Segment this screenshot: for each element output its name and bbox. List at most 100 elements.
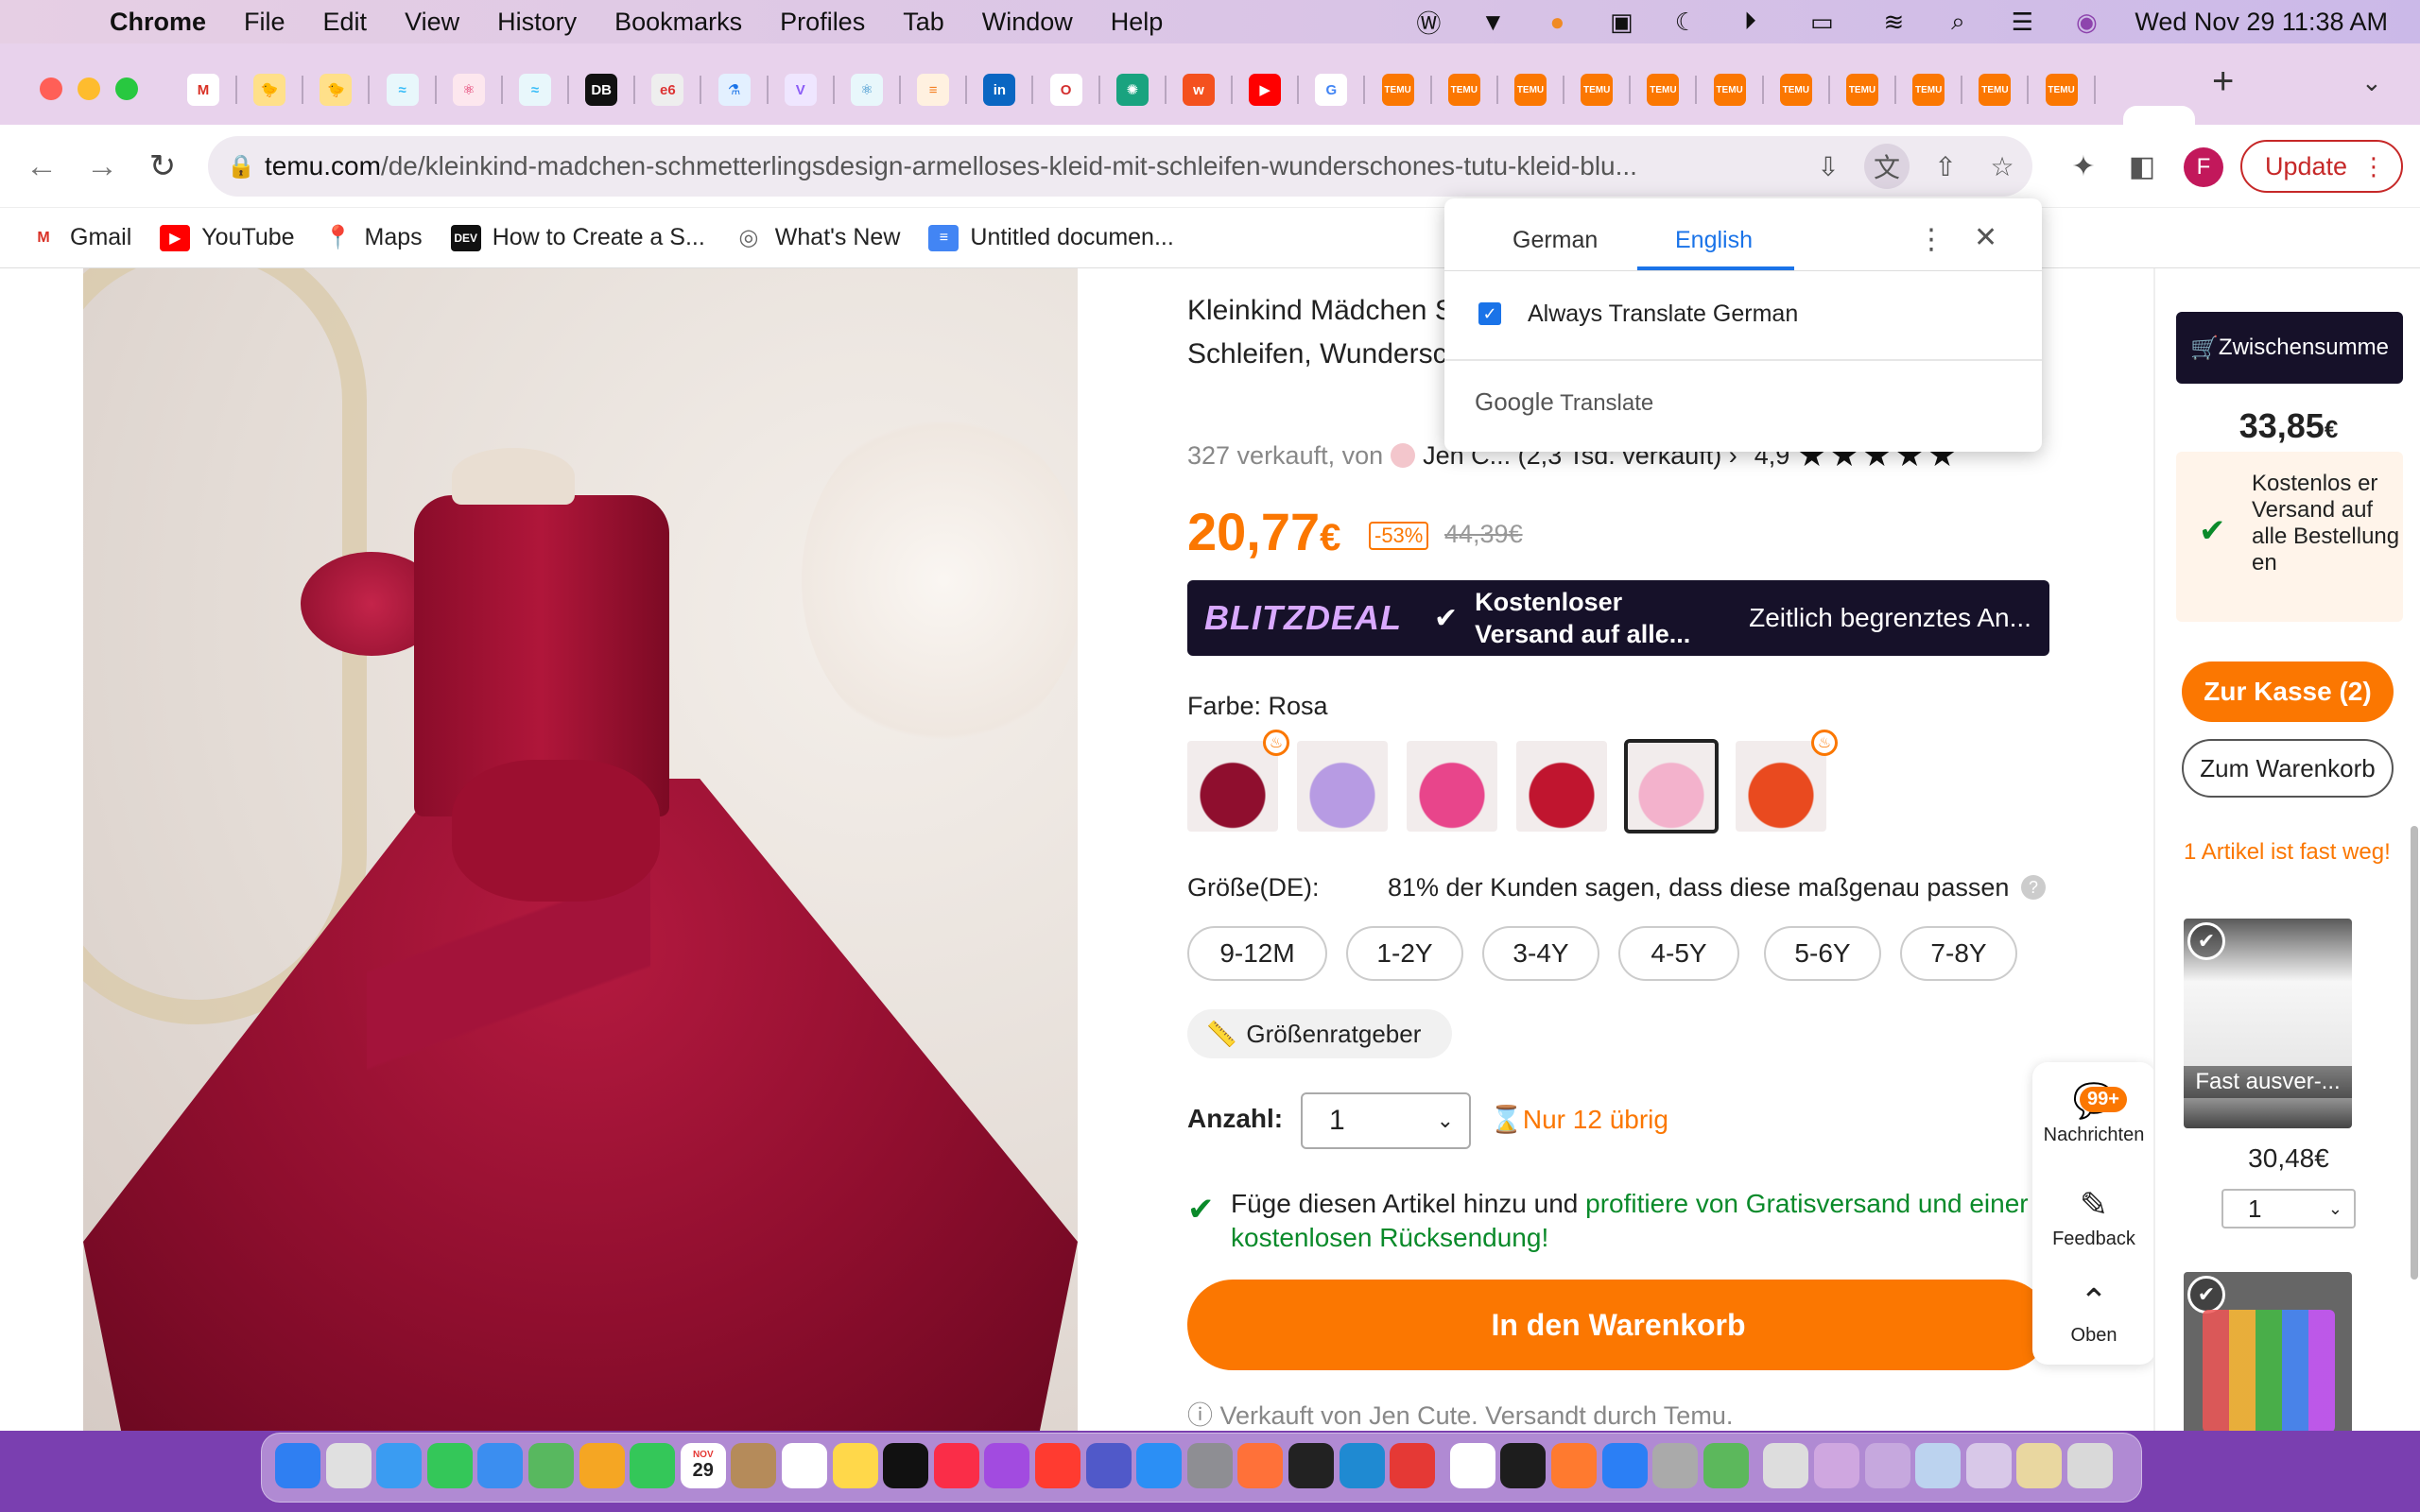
bookmark-star-icon[interactable]: ☆ bbox=[1979, 144, 2025, 189]
terminal-icon[interactable] bbox=[1288, 1443, 1334, 1488]
search-icon[interactable]: ⌕ bbox=[1942, 7, 1974, 36]
tab-search-icon[interactable]: ⌄ bbox=[2361, 68, 2382, 97]
install-icon[interactable]: ⇩ bbox=[1806, 144, 1851, 189]
back-to-top-button[interactable]: ⌃ Oben bbox=[2032, 1281, 2155, 1347]
browser-tab[interactable]: TEMU bbox=[1697, 55, 1763, 125]
size-guide-button[interactable]: 📏 Größenratgeber bbox=[1187, 1009, 1452, 1058]
url-text[interactable]: temu.com/de/kleinkind-madchen-schmetterl… bbox=[265, 151, 1796, 181]
bookmark-docs[interactable]: ≡ Untitled documen... bbox=[928, 224, 1174, 251]
side-panel-icon[interactable]: ◧ bbox=[2119, 144, 2165, 189]
translate-tab-english[interactable]: English bbox=[1675, 227, 1753, 254]
add-to-cart-button[interactable]: In den Warenkorb bbox=[1187, 1280, 2049, 1370]
browser-tab[interactable]: TEMU bbox=[1497, 55, 1564, 125]
extensions-icon[interactable]: ✦ bbox=[2061, 144, 2106, 189]
browser-tab[interactable]: TEMU bbox=[2029, 55, 2095, 125]
tableplus-icon[interactable] bbox=[1601, 1443, 1648, 1488]
translate-icon[interactable]: 文 bbox=[1864, 144, 1910, 189]
always-translate-checkbox[interactable]: ✓ bbox=[1478, 302, 1501, 325]
notes-app-icon[interactable] bbox=[731, 1443, 777, 1488]
browser-tab[interactable]: e6 bbox=[634, 55, 700, 125]
browser-tab[interactable]: w bbox=[1166, 55, 1232, 125]
teams-icon[interactable] bbox=[1085, 1443, 1132, 1488]
notes-icon[interactable] bbox=[832, 1443, 878, 1488]
new-tab-button[interactable]: + bbox=[2212, 60, 2234, 103]
browser-tab[interactable]: ⚛ bbox=[436, 55, 502, 125]
menu-bookmarks[interactable]: Bookmarks bbox=[614, 8, 742, 37]
podcasts-icon[interactable] bbox=[984, 1443, 1030, 1488]
browser-tab[interactable]: TEMU bbox=[1564, 55, 1630, 125]
browser-tab[interactable]: 🐤 bbox=[302, 55, 369, 125]
battery-icon[interactable]: ▭ bbox=[1798, 8, 1845, 36]
more-icon[interactable]: ⋮ bbox=[2361, 152, 2386, 181]
reload-icon[interactable]: ↻ bbox=[140, 144, 185, 189]
tunnel-icon[interactable]: ▼ bbox=[1477, 8, 1509, 36]
firefox-icon[interactable] bbox=[1237, 1443, 1284, 1488]
translate-tab-german[interactable]: German bbox=[1512, 227, 1598, 254]
menu-window[interactable]: Window bbox=[982, 8, 1073, 37]
forward-icon[interactable]: → bbox=[79, 144, 125, 189]
appstore-icon[interactable] bbox=[1136, 1443, 1183, 1488]
wps-icon[interactable] bbox=[1390, 1443, 1436, 1488]
browser-tab[interactable]: ⚛ bbox=[834, 55, 900, 125]
play-icon[interactable]: ⏵ bbox=[1734, 7, 1766, 36]
wifi-icon[interactable]: ≋ bbox=[1877, 8, 1910, 36]
menubar-clock[interactable]: Wed Nov 29 11:38 AM bbox=[2135, 8, 2388, 37]
browser-tab[interactable]: in bbox=[966, 55, 1032, 125]
wordpress-icon[interactable]: Ⓦ bbox=[1412, 8, 1444, 38]
messages-button[interactable]: 💬 99+ Nachrichten bbox=[2032, 1081, 2155, 1146]
browser-tab[interactable]: V bbox=[768, 55, 834, 125]
trash-icon[interactable] bbox=[2067, 1443, 2113, 1488]
elephant-icon[interactable]: ● bbox=[1541, 8, 1573, 36]
folder-icon[interactable] bbox=[1965, 1443, 2012, 1488]
browser-tab[interactable]: TEMU bbox=[1962, 55, 2028, 125]
browser-tab[interactable]: TEMU bbox=[1431, 55, 1497, 125]
close-window-button[interactable] bbox=[40, 77, 62, 100]
always-translate-label[interactable]: Always Translate German bbox=[1528, 301, 1798, 328]
browser-tab[interactable]: ≈ bbox=[370, 55, 436, 125]
menu-view[interactable]: View bbox=[405, 8, 459, 37]
browser-tab[interactable]: DB bbox=[568, 55, 634, 125]
appletv-icon[interactable] bbox=[883, 1443, 929, 1488]
menu-help[interactable]: Help bbox=[1111, 8, 1164, 37]
browser-tab[interactable]: TEMU bbox=[1895, 55, 1962, 125]
color-swatch[interactable] bbox=[1407, 741, 1497, 832]
folder-icon[interactable] bbox=[1915, 1443, 1962, 1488]
color-swatch[interactable] bbox=[1624, 739, 1719, 833]
color-swatch[interactable] bbox=[1736, 741, 1826, 832]
bookmark-gmail[interactable]: M Gmail bbox=[28, 224, 131, 251]
browser-tab[interactable]: M bbox=[170, 55, 236, 125]
view-cart-button[interactable]: Zum Warenkorb bbox=[2182, 739, 2394, 798]
moon-icon[interactable]: ☾ bbox=[1669, 8, 1702, 36]
preview-icon[interactable] bbox=[1763, 1443, 1809, 1488]
mail-icon[interactable] bbox=[477, 1443, 524, 1488]
bookmark-maps[interactable]: 📍 Maps bbox=[323, 224, 423, 251]
menu-app-chrome[interactable]: Chrome bbox=[110, 8, 206, 37]
cart-item-thumbnail[interactable]: ✔ Fast ausver-... bbox=[2184, 919, 2352, 1128]
bookmark-whats-new[interactable]: ◎ What's New bbox=[734, 224, 900, 251]
color-swatch[interactable] bbox=[1187, 741, 1278, 832]
calendar-icon[interactable]: NOV 29 bbox=[680, 1443, 726, 1488]
size-option[interactable]: 1-2Y bbox=[1346, 926, 1463, 981]
share-icon[interactable]: ⇧ bbox=[1923, 144, 1968, 189]
settings-icon[interactable] bbox=[1186, 1443, 1233, 1488]
profile-avatar[interactable]: F bbox=[2184, 147, 2223, 187]
browser-tab[interactable]: TEMU bbox=[1630, 55, 1696, 125]
browser-tab[interactable]: ▶ bbox=[1232, 55, 1298, 125]
more-options-icon[interactable]: ⋮ bbox=[1917, 223, 1945, 256]
browser-tab[interactable]: O bbox=[1033, 55, 1099, 125]
quantity-select[interactable]: 1 ⌄ bbox=[1301, 1092, 1471, 1149]
browser-tab[interactable]: 🐤 bbox=[236, 55, 302, 125]
siri-icon[interactable]: ◉ bbox=[2070, 8, 2102, 36]
menu-file[interactable]: File bbox=[244, 8, 285, 37]
color-swatch[interactable] bbox=[1516, 741, 1607, 832]
color-swatch[interactable] bbox=[1297, 741, 1388, 832]
activity-monitor-icon[interactable] bbox=[1500, 1443, 1547, 1488]
browser-tab[interactable]: ≈ bbox=[502, 55, 568, 125]
chrome-icon[interactable] bbox=[1449, 1443, 1495, 1488]
browser-tab[interactable]: TEMU bbox=[1829, 55, 1895, 125]
vscode-icon[interactable] bbox=[1339, 1443, 1385, 1488]
seller-avatar[interactable] bbox=[1391, 443, 1416, 468]
photos-icon[interactable] bbox=[579, 1443, 625, 1488]
size-option[interactable]: 3-4Y bbox=[1482, 926, 1599, 981]
archive-icon[interactable] bbox=[2016, 1443, 2063, 1488]
